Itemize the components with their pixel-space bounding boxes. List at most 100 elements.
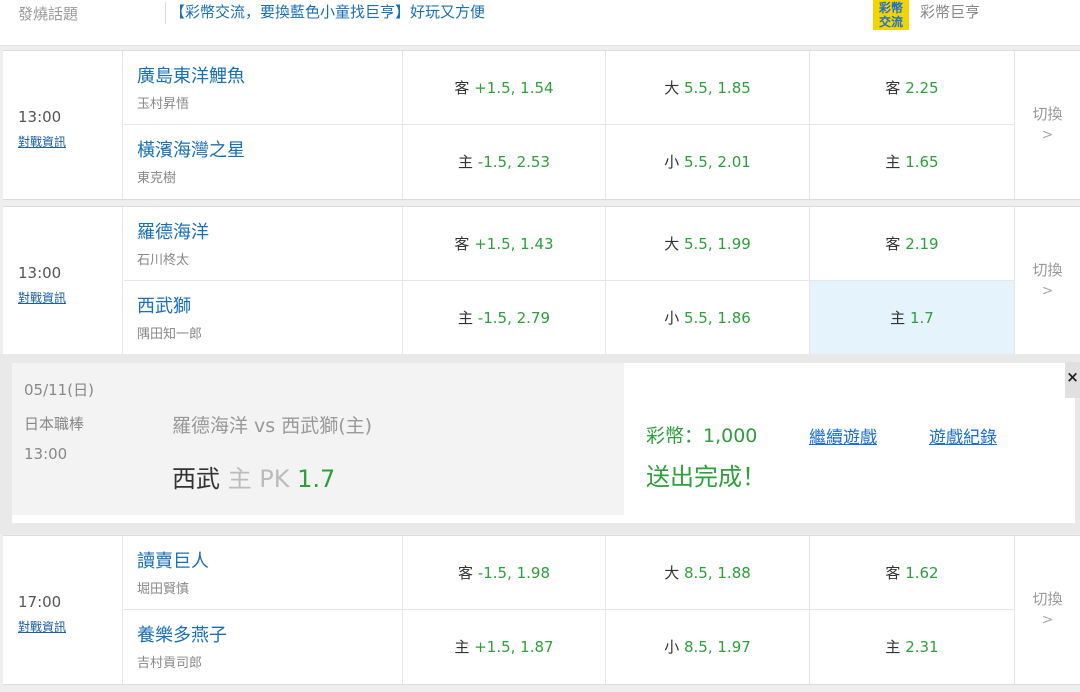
coin-amount: 彩幣：1,000	[646, 425, 758, 447]
bet-type: PK	[259, 465, 290, 493]
odds-value: 5.5, 1.85	[684, 79, 751, 97]
total-odds-over[interactable]: 大 8.5, 1.88	[606, 536, 810, 610]
odds-side: 主	[458, 309, 474, 327]
odds-side: 客	[885, 564, 901, 582]
spread-odds-home[interactable]: 主 +1.5, 1.87	[403, 610, 606, 684]
odds-side: 客	[454, 79, 470, 97]
odds-value: 5.5, 1.86	[684, 309, 751, 327]
match-info-link[interactable]: 對戰資訊	[18, 289, 66, 306]
moneyline-odds-away[interactable]: 客 2.25	[810, 51, 1015, 125]
divider	[165, 2, 166, 24]
team-name[interactable]: 橫濱海灣之星	[137, 136, 245, 162]
switch-button[interactable]: 切換 >	[1015, 207, 1080, 355]
bet-confirmation-panel: 05/11(日) 日本職棒 13:00 羅德海洋 vs 西武獅(主) 西武 主 …	[0, 354, 1080, 534]
moneyline-odds-home[interactable]: 主 2.31	[810, 610, 1015, 684]
chevron-right-icon: >	[1041, 283, 1054, 299]
submit-success-message: 送出完成！	[646, 463, 766, 491]
match-time-cell: 13:00 對戰資訊	[3, 51, 123, 199]
total-odds-under[interactable]: 小 5.5, 2.01	[606, 125, 810, 199]
spread-odds-away[interactable]: 客 -1.5, 1.98	[403, 536, 606, 610]
bet-summary: 西武 主 PK 1.7	[172, 459, 335, 494]
total-odds-under[interactable]: 小 8.5, 1.97	[606, 610, 810, 684]
team-name[interactable]: 養樂多燕子	[137, 621, 227, 647]
spread-odds-home[interactable]: 主 -1.5, 2.79	[403, 281, 606, 355]
odds-side: 客	[885, 235, 901, 253]
match-time-cell: 13:00 對戰資訊	[3, 207, 123, 355]
coin-tycoon-link[interactable]: 彩幣巨亨	[920, 1, 980, 22]
bet-ticket: 05/11(日) 日本職棒 13:00 羅德海洋 vs 西武獅(主) 西武 主 …	[12, 363, 624, 515]
continue-game-link[interactable]: 繼續遊戲	[809, 423, 877, 448]
total-odds-over[interactable]: 大 5.5, 1.85	[606, 51, 810, 125]
odds-value: 5.5, 2.01	[684, 153, 751, 171]
matchup: 羅德海洋 vs 西武獅(主)	[172, 415, 373, 437]
spread-odds-away[interactable]: 客 +1.5, 1.43	[403, 207, 606, 281]
close-icon[interactable]: ×	[1065, 362, 1080, 398]
pitcher-name: 石川柊太	[137, 253, 190, 268]
odds-value: 2.31	[905, 638, 939, 656]
spread-odds-away[interactable]: 客 +1.5, 1.54	[403, 51, 606, 125]
odds-side: 主	[885, 638, 901, 656]
away-team: 廣島東洋鯉魚 玉村昇悟	[124, 51, 403, 125]
switch-label: 切換	[1032, 105, 1063, 123]
home-team: 西武獅 隅田知一郎	[124, 281, 403, 355]
badge-text-1: 彩幣	[878, 1, 903, 15]
pitcher-name: 東克樹	[137, 171, 177, 186]
odds-value: -1.5, 1.98	[477, 564, 550, 582]
moneyline-odds-away[interactable]: 客 2.19	[810, 207, 1015, 281]
bet-team: 西武	[172, 465, 220, 493]
pitcher-name: 玉村昇悟	[137, 97, 190, 112]
odds-value: 8.5, 1.88	[684, 564, 751, 582]
odds-side: 小	[664, 638, 680, 656]
match-info-link[interactable]: 對戰資訊	[18, 133, 66, 150]
odds-side: 客	[885, 79, 901, 97]
odds-side: 大	[664, 79, 680, 97]
spread-odds-home[interactable]: 主 -1.5, 2.53	[403, 125, 606, 199]
bet-odds: 1.7	[297, 465, 336, 493]
odds-value: -1.5, 2.53	[477, 153, 550, 171]
home-team: 橫濱海灣之星 東克樹	[124, 125, 403, 199]
odds-value: +1.5, 1.54	[474, 79, 554, 97]
moneyline-odds-home[interactable]: 主 1.65	[810, 125, 1015, 199]
team-name[interactable]: 廣島東洋鯉魚	[137, 62, 245, 88]
match-time: 13:00	[18, 264, 62, 282]
odds-value: 5.5, 1.99	[684, 235, 751, 253]
switch-label: 切換	[1032, 261, 1063, 279]
promo-link[interactable]: 【彩幣交流，要換藍色小童找巨亨】好玩又方便	[170, 1, 485, 22]
match-row: 17:00 對戰資訊 讀賣巨人 堀田賢慎 養樂多燕子 吉村貢司郎 客 -1.5,…	[3, 535, 1080, 685]
game-history-link[interactable]: 遊戲紀錄	[929, 423, 997, 448]
game-date: 05/11(日)	[24, 381, 94, 399]
moneyline-odds-home-selected[interactable]: 主 1.7	[810, 281, 1015, 355]
away-team: 讀賣巨人 堀田賢慎	[124, 536, 403, 610]
match-row: 13:00 對戰資訊 廣島東洋鯉魚 玉村昇悟 橫濱海灣之星 東克樹 客 +1.5…	[3, 50, 1080, 200]
odds-side: 主	[454, 638, 470, 656]
total-odds-over[interactable]: 大 5.5, 1.99	[606, 207, 810, 281]
coin-exchange-badge-icon[interactable]: 彩幣 交流	[873, 0, 909, 30]
pitcher-name: 堀田賢慎	[137, 582, 190, 597]
match-time: 13:00	[18, 108, 62, 126]
match-info-link[interactable]: 對戰資訊	[18, 618, 66, 635]
odds-side: 客	[454, 235, 470, 253]
odds-side: 小	[664, 153, 680, 171]
match-row: 13:00 對戰資訊 羅德海洋 石川柊太 西武獅 隅田知一郎 客 +1.5, 1…	[3, 206, 1080, 356]
moneyline-odds-away[interactable]: 客 1.62	[810, 536, 1015, 610]
team-name[interactable]: 羅德海洋	[137, 218, 209, 244]
switch-label: 切換	[1032, 590, 1063, 608]
team-name[interactable]: 讀賣巨人	[137, 547, 209, 573]
game-time: 13:00	[24, 445, 68, 463]
pitcher-name: 吉村貢司郎	[137, 656, 203, 671]
switch-button[interactable]: 切換 >	[1015, 536, 1080, 684]
switch-button[interactable]: 切換 >	[1015, 51, 1080, 199]
total-odds-under[interactable]: 小 5.5, 1.86	[606, 281, 810, 355]
odds-value: 2.25	[905, 79, 939, 97]
match-time: 17:00	[18, 593, 62, 611]
team-name[interactable]: 西武獅	[137, 292, 191, 318]
match-time-cell: 17:00 對戰資訊	[3, 536, 123, 684]
odds-value: 1.65	[905, 153, 939, 171]
odds-side: 主	[890, 309, 906, 327]
odds-value: +1.5, 1.87	[474, 638, 554, 656]
bet-side: 主	[227, 465, 252, 493]
odds-value: 8.5, 1.97	[684, 638, 751, 656]
hot-topics-label: 發燒話題	[18, 5, 79, 23]
badge-text-2: 交流	[878, 15, 903, 29]
league-name: 日本職棒	[24, 415, 85, 433]
